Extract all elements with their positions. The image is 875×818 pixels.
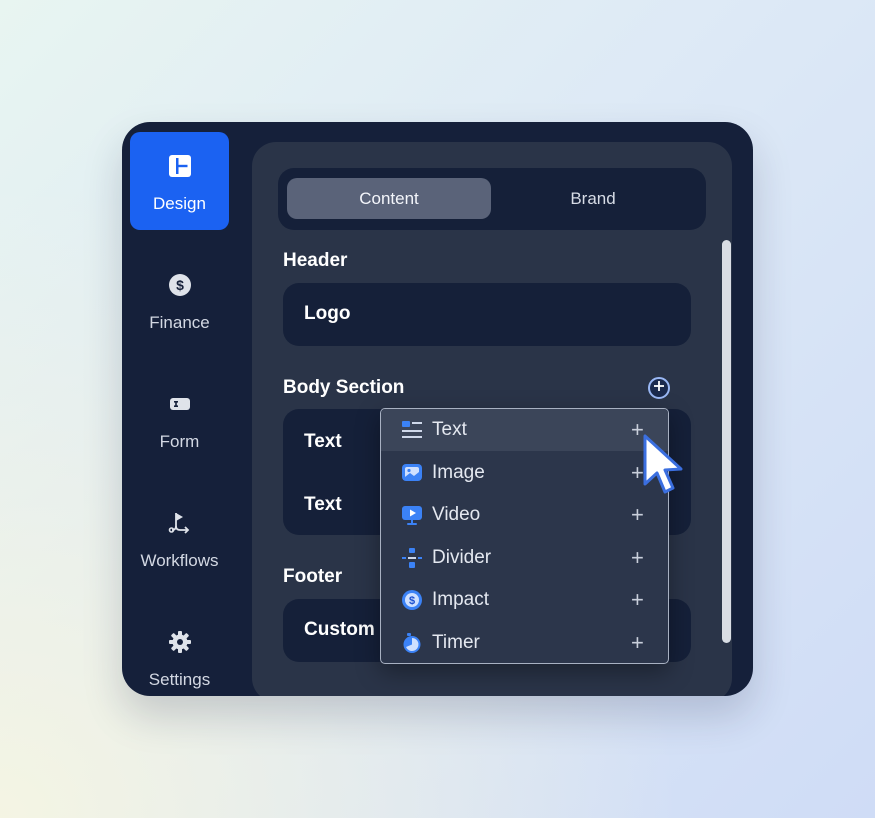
video-icon <box>401 504 423 526</box>
menu-item-label: Impact <box>432 589 490 610</box>
tab-bar: Content Brand <box>278 168 706 230</box>
row-label-text[interactable]: Text <box>304 431 342 453</box>
row-label-text[interactable]: Text <box>304 494 342 516</box>
menu-item-divider[interactable]: Divider + <box>381 537 668 579</box>
timer-icon <box>401 632 423 654</box>
mouse-cursor-icon <box>640 432 686 503</box>
add-block-menu: Text + Image + Video + Divider + $ Impac… <box>380 408 669 664</box>
divider-icon <box>401 547 423 569</box>
plus-icon: + <box>631 545 644 570</box>
menu-item-label: Text <box>432 419 467 440</box>
text-block-icon <box>401 419 423 441</box>
gear-icon <box>166 628 194 656</box>
menu-item-label: Timer <box>432 632 480 653</box>
sidebar-item-label: Finance <box>149 313 210 332</box>
row-label-custom: Custom F <box>304 619 392 640</box>
sidebar-item-label: Design <box>153 194 206 213</box>
sidebar-item-finance[interactable]: $ Finance <box>130 251 229 349</box>
sidebar-item-workflows[interactable]: Workflows <box>130 489 229 587</box>
sidebar-item-design[interactable]: Design <box>130 132 229 230</box>
menu-item-label: Video <box>432 504 481 525</box>
row-label-logo: Logo <box>304 303 351 324</box>
header-card[interactable]: Logo <box>283 283 691 346</box>
impact-dollar-icon: $ <box>401 589 423 611</box>
plus-icon <box>653 379 665 397</box>
workflow-icon <box>166 509 194 537</box>
menu-item-label: Image <box>432 462 485 483</box>
svg-text:$: $ <box>409 595 415 607</box>
sidebar-item-label: Settings <box>148 670 211 689</box>
sidebar-item-label: Workflows <box>140 551 219 570</box>
menu-item-image[interactable]: Image + <box>381 452 668 494</box>
plus-icon: + <box>631 502 644 527</box>
plus-icon: + <box>631 630 644 655</box>
menu-item-impact[interactable]: $ Impact + <box>381 579 668 621</box>
layout-icon <box>166 152 194 180</box>
header-section-title: Header <box>283 250 348 271</box>
form-field-icon <box>166 390 194 418</box>
body-section-title: Body Section <box>283 377 405 398</box>
sidebar-item-form[interactable]: Form <box>130 370 229 468</box>
sidebar-item-label: Form <box>159 432 200 451</box>
menu-item-text[interactable]: Text + <box>381 409 668 451</box>
add-block-button[interactable] <box>648 377 670 399</box>
menu-item-label: Divider <box>432 547 492 568</box>
svg-text:$: $ <box>176 277 184 293</box>
dollar-icon: $ <box>166 271 194 299</box>
image-icon <box>401 462 423 484</box>
menu-item-video[interactable]: Video + <box>381 494 668 536</box>
tab-content[interactable]: Content <box>287 178 491 219</box>
plus-icon: + <box>631 587 644 612</box>
scrollbar-thumb[interactable] <box>722 240 731 643</box>
menu-item-timer[interactable]: Timer + <box>381 622 668 663</box>
footer-section-title: Footer <box>283 566 343 587</box>
tab-brand[interactable]: Brand <box>491 178 695 219</box>
sidebar-item-settings[interactable]: Settings <box>130 608 229 696</box>
